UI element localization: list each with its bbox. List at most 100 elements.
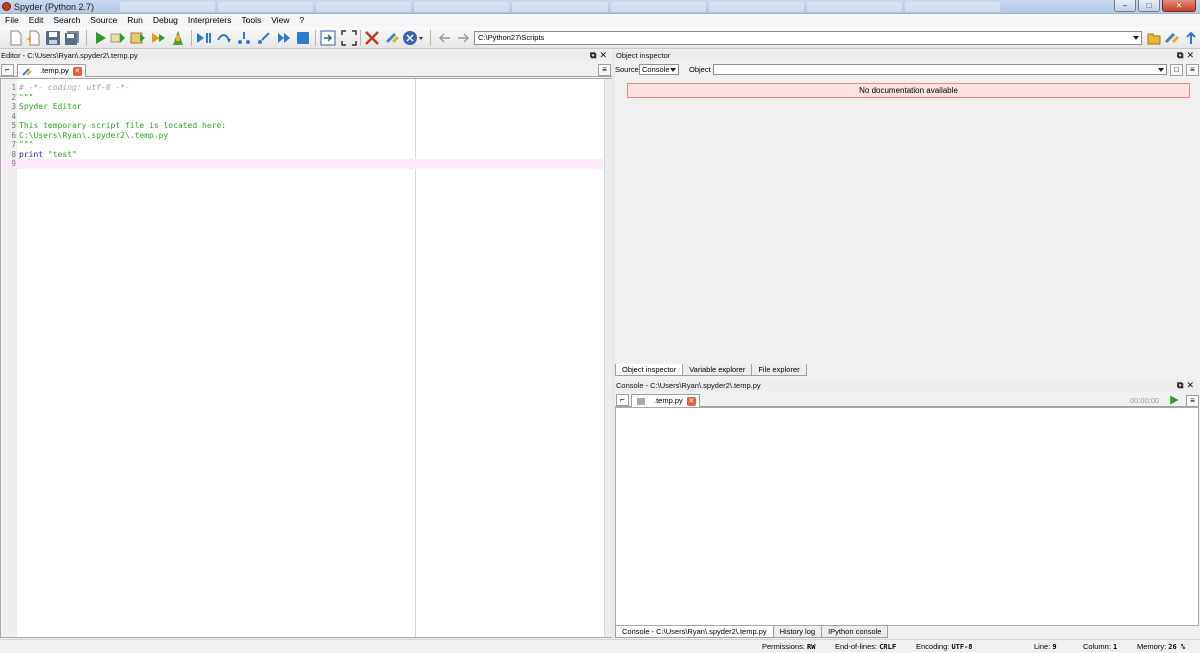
interpreter-icon[interactable] — [402, 30, 424, 46]
object-input[interactable] — [713, 64, 1167, 75]
line-number: 8 — [11, 149, 16, 159]
column-status: Column: 1 — [1083, 642, 1118, 651]
code-line[interactable]: 9 — [1, 159, 603, 169]
eol-status: End-of-lines: CRLF — [835, 642, 897, 651]
step-into-icon[interactable] — [236, 30, 252, 46]
parent-dir-icon[interactable] — [1183, 30, 1199, 46]
line-number: 2 — [11, 92, 16, 102]
run-config-icon[interactable] — [130, 30, 146, 46]
menu-run[interactable]: Run — [122, 14, 148, 27]
stop-icon[interactable] — [295, 30, 311, 46]
code-editor[interactable]: 1 # -*- coding: utf-8 -*- 2 """ 3 Spyder Edit… — [0, 78, 612, 638]
pane-undock-close-icons[interactable]: ⧉✕ — [590, 50, 610, 61]
tab-console-temp-py[interactable]: .temp.py ✕ — [631, 394, 700, 407]
code-text: C:\Users\Ryan\.spyder2\.temp.py — [19, 131, 168, 141]
new-file-icon[interactable] — [8, 30, 24, 46]
code-line[interactable]: 5 This temporary script file is located h… — [1, 121, 603, 131]
console-options-icon[interactable]: ≡ — [1186, 395, 1199, 407]
profile-icon[interactable] — [170, 30, 186, 46]
step-return-icon[interactable] — [256, 30, 272, 46]
string-token: This temporary script file is located he… — [19, 121, 227, 130]
tab-label: .temp.py — [40, 66, 69, 75]
inspector-content — [615, 77, 1199, 362]
line-number: 3 — [11, 102, 16, 111]
lock-icon[interactable]: □ — [1170, 64, 1183, 76]
maximize-button[interactable]: □ — [1138, 0, 1160, 12]
tab-console[interactable]: Console - C:\Users\Ryan\.spyder2\.temp.p… — [615, 626, 774, 638]
continue-icon[interactable] — [276, 30, 292, 46]
code-text: """ — [19, 93, 33, 103]
browse-tabs-icon[interactable]: ⌐ — [1, 64, 14, 76]
change-dir-icon[interactable] — [1164, 30, 1180, 46]
browse-folder-icon[interactable] — [1146, 30, 1162, 46]
code-text: """ — [19, 140, 33, 150]
inspector-options-icon[interactable]: ≡ — [1186, 64, 1199, 76]
menu-source[interactable]: Source — [85, 14, 122, 27]
menu-debug[interactable]: Debug — [148, 14, 183, 27]
chevron-down-icon[interactable] — [1133, 36, 1139, 40]
menu-help[interactable]: ? — [294, 14, 309, 27]
save-icon[interactable] — [45, 30, 61, 46]
editor-title: Editor - C:\Users\Ryan\.spyder2\.temp.py — [1, 51, 138, 60]
run-icon[interactable] — [92, 30, 108, 46]
inspector-title: Object inspector — [616, 51, 671, 60]
string-token: """ — [19, 140, 34, 149]
maximize-pane-icon[interactable] — [320, 30, 336, 46]
browse-tabs-icon[interactable]: ⌐ — [616, 394, 629, 406]
code-line[interactable]: 7 """ — [1, 140, 603, 150]
chevron-down-icon — [670, 68, 676, 72]
debug-icon[interactable] — [150, 30, 166, 46]
string-token: Spyder Editor — [19, 102, 82, 111]
code-line[interactable]: 4 — [1, 112, 603, 122]
line-number: 4 — [11, 111, 16, 121]
menu-view[interactable]: View — [266, 14, 294, 27]
back-arrow-icon[interactable] — [437, 30, 453, 46]
pane-undock-close-icons[interactable]: ⧉✕ — [1177, 50, 1197, 61]
tab-ipython-console[interactable]: IPython console — [821, 626, 889, 638]
code-line[interactable]: 1 # -*- coding: utf-8 -*- — [1, 83, 603, 93]
close-tab-icon[interactable]: ✕ — [72, 67, 82, 76]
tools-icon[interactable] — [364, 30, 380, 46]
menu-edit[interactable]: Edit — [24, 14, 49, 27]
line-number: 1 — [11, 83, 16, 92]
tab-file-explorer[interactable]: File explorer — [751, 364, 807, 376]
step-icon[interactable] — [216, 30, 232, 46]
memory-status: Memory: 26 % — [1137, 642, 1186, 651]
object-label: Object — [689, 65, 711, 74]
menu-search[interactable]: Search — [48, 14, 85, 27]
editor-options-icon[interactable]: ≡ — [598, 64, 611, 76]
console-output[interactable] — [615, 407, 1199, 626]
window-title: Spyder (Python 2.7) — [14, 2, 95, 12]
minimize-button[interactable]: – — [1114, 0, 1136, 12]
open-file-icon[interactable] — [26, 30, 42, 46]
save-all-icon[interactable] — [64, 30, 80, 46]
forward-arrow-icon[interactable] — [455, 30, 471, 46]
run-selection-icon[interactable] — [110, 30, 126, 46]
code-line[interactable]: 3 Spyder Editor — [1, 102, 603, 112]
close-tab-icon[interactable]: ✕ — [686, 397, 696, 406]
tab-temp-py[interactable]: .temp.py ✕ — [17, 64, 86, 77]
python-path-icon[interactable] — [384, 30, 400, 46]
tab-object-inspector[interactable]: Object inspector — [615, 364, 684, 376]
code-line[interactable]: 8 print "test" — [1, 150, 603, 160]
tab-history-log[interactable]: History log — [772, 626, 823, 638]
code-line[interactable]: 6 C:\Users\Ryan\.spyder2\.temp.py — [1, 131, 603, 141]
encoding-status: Encoding: UTF-8 — [916, 642, 973, 651]
editor-pane-header: Editor - C:\Users\Ryan\.spyder2\.temp.py… — [0, 50, 612, 61]
menu-tools[interactable]: Tools — [236, 14, 266, 27]
source-combo[interactable]: Console — [639, 64, 679, 75]
debug-start-icon[interactable] — [196, 30, 212, 46]
working-directory-input[interactable]: C:\Python27\Scripts — [474, 31, 1142, 45]
close-window-button[interactable]: ✕ — [1162, 0, 1196, 12]
menu-interpreters[interactable]: Interpreters — [183, 14, 236, 27]
pane-undock-close-icons[interactable]: ⧉✕ — [1177, 380, 1197, 391]
fullscreen-icon[interactable] — [341, 30, 357, 46]
run-icon[interactable] — [1168, 394, 1180, 406]
menu-file[interactable]: File — [0, 14, 24, 27]
inspector-pane-header: Object inspector ⧉✕ — [615, 50, 1199, 61]
status-bar: Permissions: RW End-of-lines: CRLF Encod… — [0, 639, 1200, 653]
console-icon — [637, 398, 645, 405]
code-line[interactable]: 2 """ — [1, 93, 603, 103]
editor-scrollbar[interactable] — [604, 79, 612, 637]
tab-variable-explorer[interactable]: Variable explorer — [682, 364, 753, 376]
